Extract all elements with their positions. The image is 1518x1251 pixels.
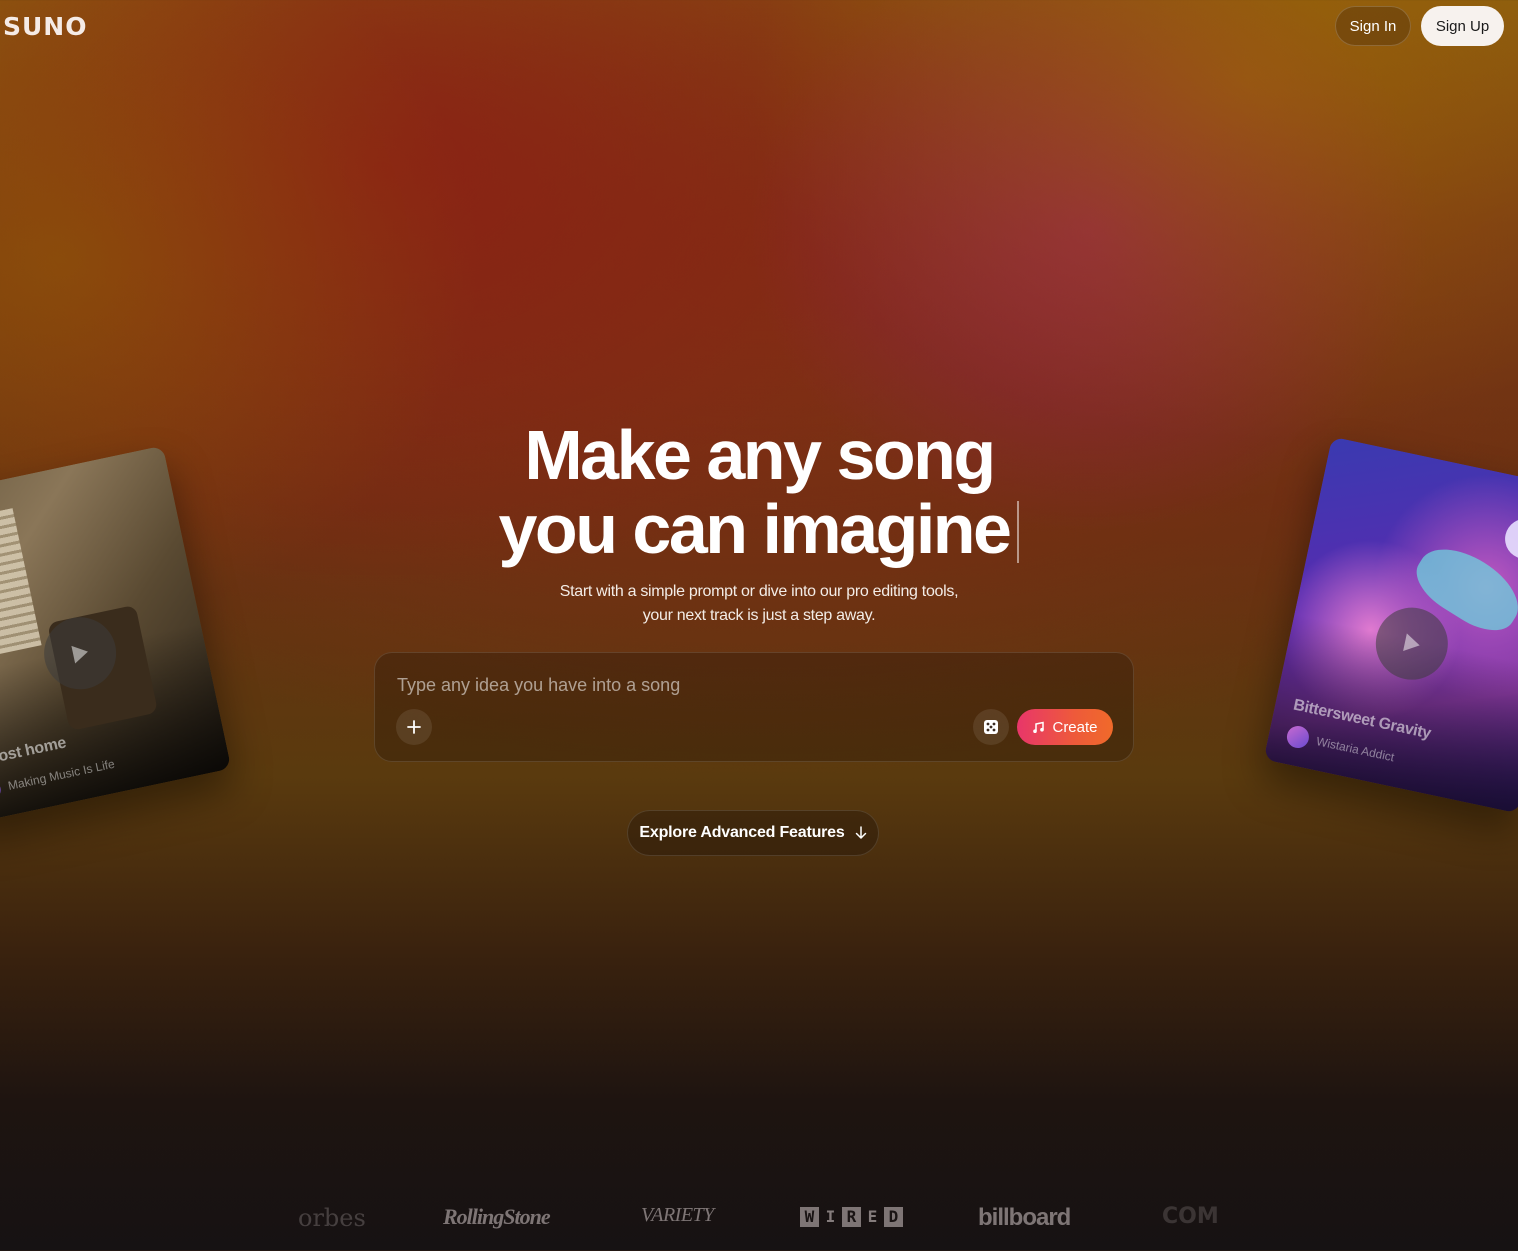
sign-in-button[interactable]: Sign In	[1335, 6, 1411, 46]
wired-letter: W	[800, 1207, 819, 1227]
forbes-logo: orbes	[298, 1204, 366, 1232]
sign-up-button[interactable]: Sign Up	[1421, 6, 1504, 46]
artist-avatar	[0, 777, 3, 804]
wired-letter: D	[884, 1207, 903, 1227]
song-prompt-box: Create	[374, 652, 1134, 762]
wired-letter: E	[867, 1207, 878, 1226]
play-button[interactable]	[1369, 600, 1455, 687]
card-artist-name: Wistaria Addict	[1315, 734, 1396, 765]
explore-label: Explore Advanced Features	[639, 824, 845, 841]
typing-caret	[1017, 501, 1020, 563]
play-icon	[1403, 633, 1420, 652]
press-logos-row: orbes RollingStone VARIETY W I R E D bil…	[0, 1198, 1518, 1238]
hero-title-line-1: Make any song	[524, 416, 996, 494]
add-button[interactable]	[396, 709, 432, 745]
create-button[interactable]: Create	[1017, 709, 1113, 745]
hero-title-line-2: you can imagine	[498, 490, 1012, 568]
plus-icon	[407, 720, 421, 734]
suno-logo[interactable]: SUNO	[3, 12, 87, 41]
rolling-stone-logo: RollingStone	[443, 1204, 551, 1229]
dice-icon	[984, 720, 998, 734]
music-note-icon	[1033, 721, 1045, 733]
hero-subtitle: Start with a simple prompt or dive into …	[559, 583, 959, 624]
random-idea-button[interactable]	[973, 709, 1009, 745]
card-artist-name: Making Music Is Life	[6, 756, 116, 793]
arrow-down-icon	[855, 826, 866, 839]
wired-letter: R	[842, 1207, 861, 1227]
billboard-logo: billboard	[978, 1204, 1071, 1231]
song-idea-input[interactable]	[397, 671, 1097, 699]
create-button-label: Create	[1052, 718, 1098, 736]
wired-logo: W I R E D	[800, 1207, 903, 1227]
variety-logo: VARIETY	[641, 1204, 714, 1226]
artist-avatar	[1284, 723, 1311, 751]
play-icon	[71, 645, 88, 664]
complex-logo: COM	[1162, 1204, 1219, 1229]
wired-letter: I	[825, 1207, 836, 1226]
hero-title: Make any song you can imagine	[0, 418, 1518, 566]
explore-advanced-features-button[interactable]: Explore Advanced Features	[627, 810, 879, 856]
